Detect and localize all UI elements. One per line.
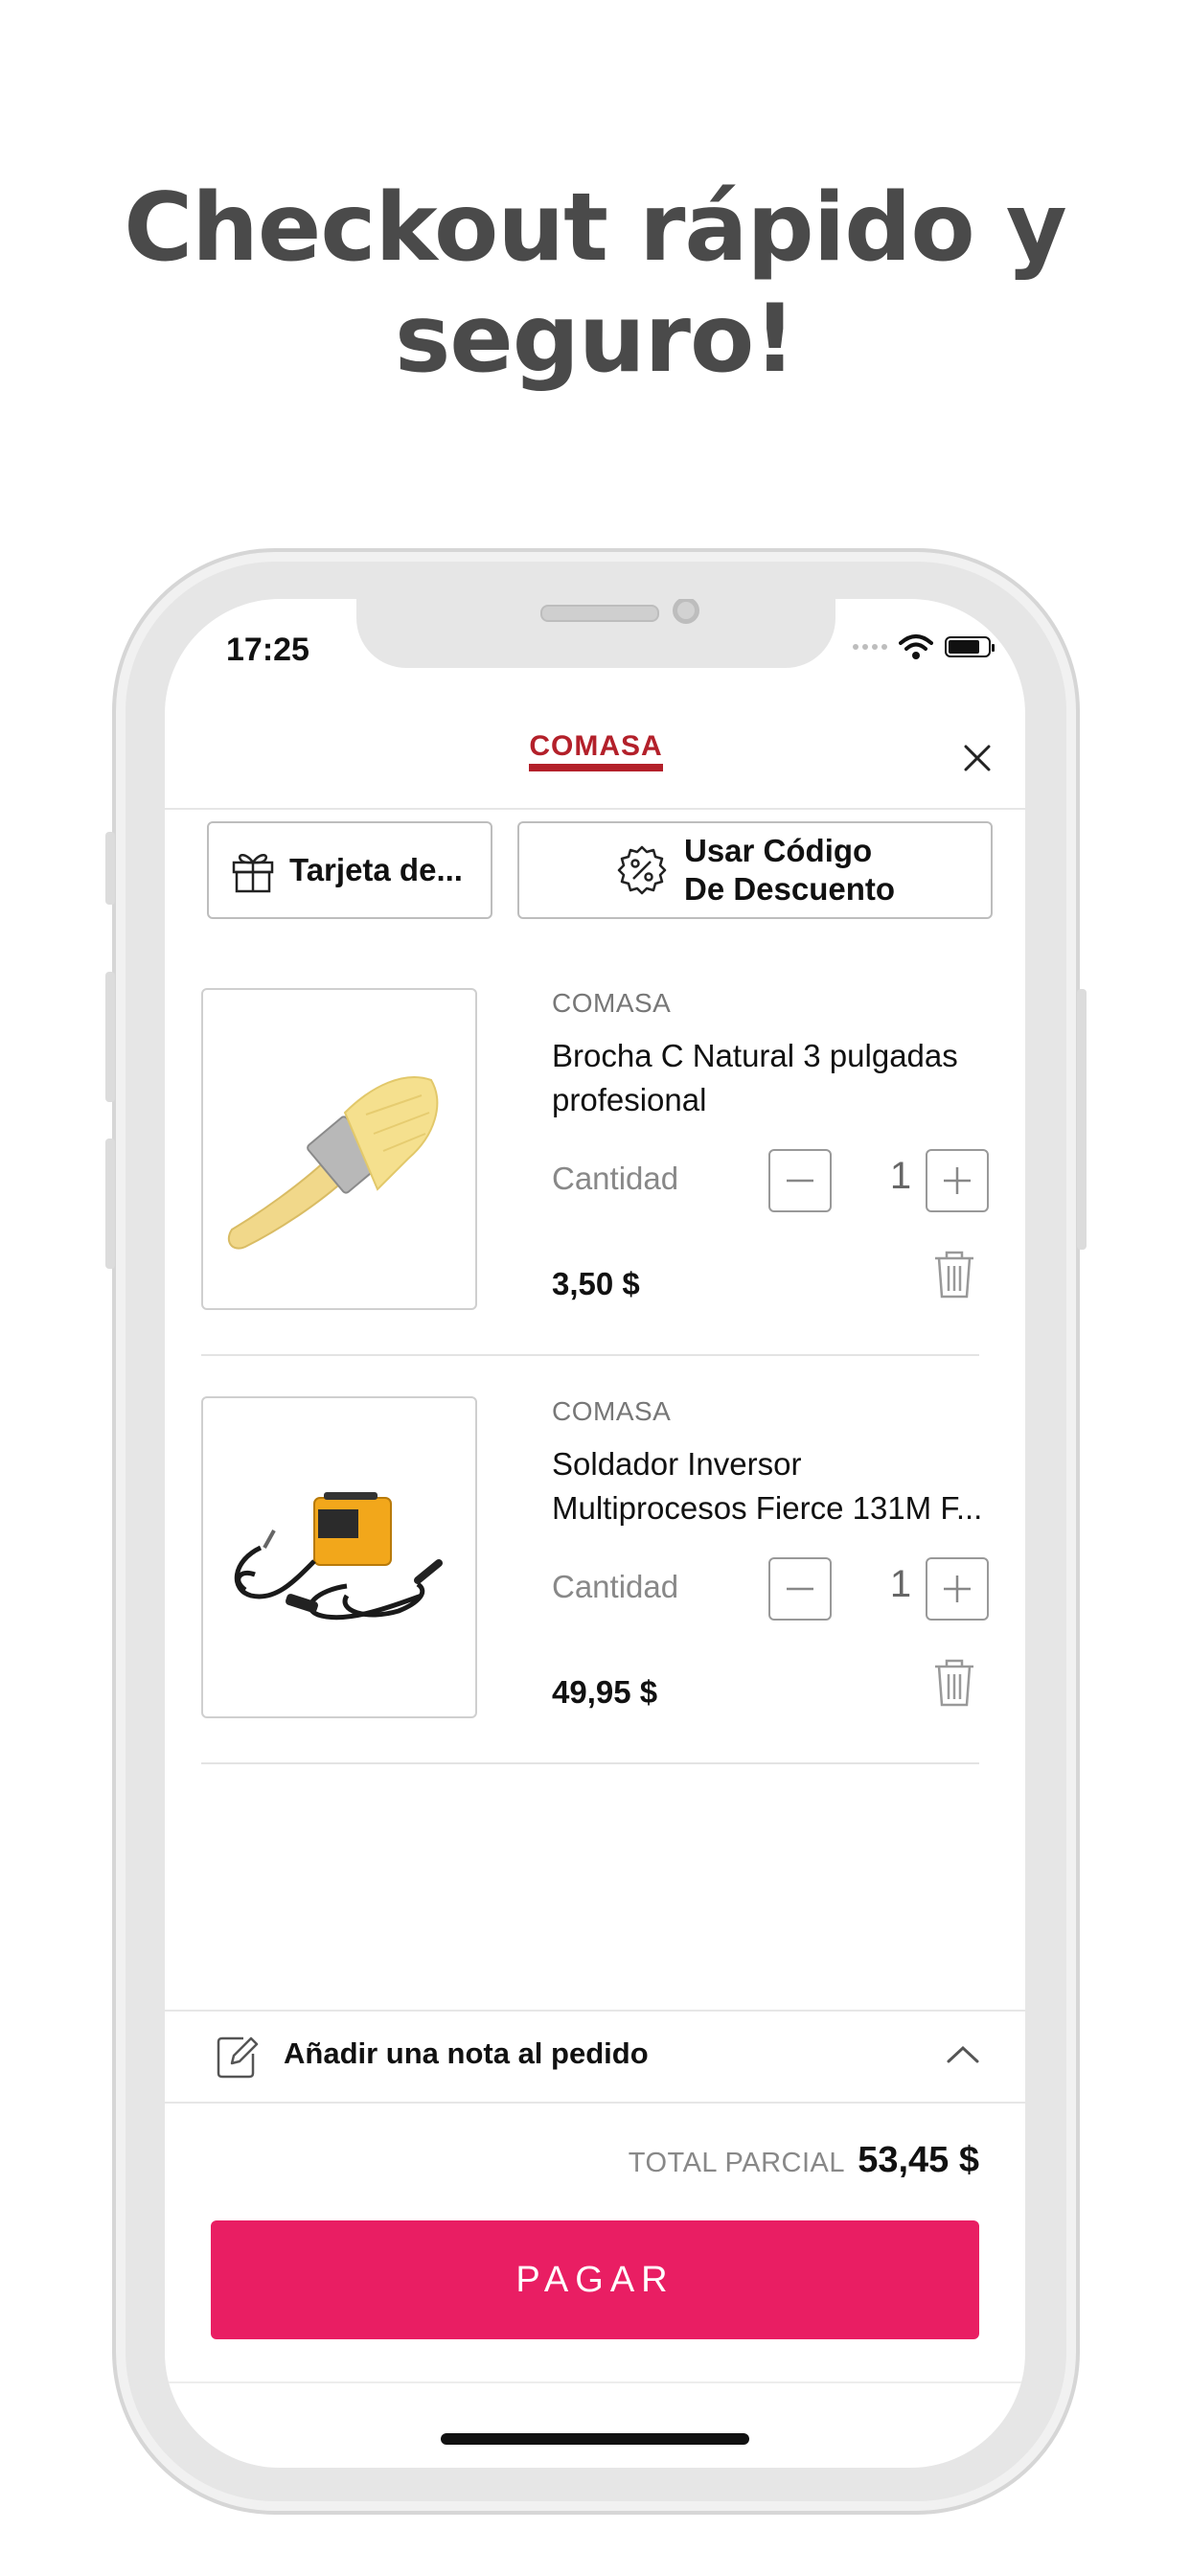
subtotal-value: 53,45 $ [858, 2140, 979, 2180]
plus-icon [944, 1576, 971, 1602]
product-price: 49,95 $ [552, 1674, 658, 1710]
cart-item: COMASA Brocha C Natural 3 pulgadas profe… [201, 988, 989, 1314]
app-screen: 17:25 COMASA Tarjeta de... Usar Código D… [165, 599, 1025, 2468]
pay-button[interactable]: PAGAR [211, 2220, 979, 2339]
item-divider [201, 1762, 979, 1764]
phone-volume-up [105, 972, 115, 1102]
discount-label: Usar Código De Descuento [684, 832, 895, 908]
quantity-label: Cantidad [552, 1161, 679, 1196]
status-icons [853, 633, 995, 660]
decrease-quantity-button[interactable] [768, 1149, 832, 1212]
decrease-quantity-button[interactable] [768, 1557, 832, 1621]
cart-item: COMASA Soldador Inversor Multiprocesos F… [201, 1396, 989, 1722]
minus-icon [787, 1179, 813, 1183]
battery-icon [945, 636, 995, 657]
welder-image [234, 1492, 443, 1621]
discount-label-line-1: Usar Código [684, 833, 873, 868]
phone-mute-switch [105, 832, 115, 905]
increase-quantity-button[interactable] [926, 1557, 989, 1621]
home-indicator[interactable] [441, 2433, 749, 2445]
logo-text: COMASA [529, 730, 663, 762]
discount-icon [617, 845, 667, 895]
minus-icon [787, 1587, 813, 1591]
order-note-label: Añadir una nota al pedido [284, 2036, 649, 2070]
close-icon[interactable] [960, 741, 995, 775]
product-brand: COMASA [552, 988, 672, 1018]
plus-icon [944, 1167, 971, 1194]
subtotal-label: TOTAL PARCIAL [628, 2148, 845, 2178]
quantity-label: Cantidad [552, 1569, 679, 1604]
gift-card-button[interactable]: Tarjeta de... [207, 821, 492, 919]
product-price: 3,50 $ [552, 1266, 640, 1301]
increase-quantity-button[interactable] [926, 1149, 989, 1212]
speaker-grille [540, 605, 659, 622]
discount-code-button[interactable]: Usar Código De Descuento [517, 821, 993, 919]
gift-icon [232, 854, 274, 893]
gift-card-label: Tarjeta de... [289, 852, 463, 887]
product-image-brush[interactable] [201, 988, 477, 1310]
product-brand: COMASA [552, 1396, 672, 1426]
promo-headline: Checkout rápido y seguro! [0, 172, 1190, 395]
trash-icon[interactable] [929, 1247, 979, 1300]
quantity-value: 1 [889, 1155, 912, 1197]
headline-line-1: Checkout rápido y [124, 173, 1067, 283]
edit-note-icon [217, 2036, 259, 2079]
phone-volume-down [105, 1138, 115, 1269]
product-name[interactable]: Brocha C Natural 3 pulgadas profesional [552, 1034, 1002, 1122]
discount-label-line-2: De Descuento [684, 871, 896, 907]
paint-brush-image [227, 1076, 439, 1250]
front-camera [673, 599, 699, 624]
wifi-icon [899, 634, 933, 659]
chevron-up-icon[interactable] [945, 2040, 981, 2069]
app-header: COMASA [165, 712, 1025, 810]
phone-notch [356, 599, 835, 668]
order-note-row[interactable]: Añadir una nota al pedido [165, 2010, 1025, 2104]
quantity-value: 1 [889, 1563, 912, 1605]
item-divider [201, 1354, 979, 1356]
signal-icon [853, 644, 887, 650]
logo-bar [529, 764, 663, 771]
product-name[interactable]: Soldador Inversor Multiprocesos Fierce 1… [552, 1442, 1002, 1530]
product-image-welder[interactable] [201, 1396, 477, 1718]
trash-icon[interactable] [929, 1655, 979, 1709]
bottom-divider [165, 2381, 1025, 2383]
headline-line-2: seguro! [394, 285, 796, 394]
status-time: 17:25 [226, 632, 309, 668]
phone-power-button [1077, 989, 1087, 1250]
comasa-logo[interactable]: COMASA [529, 731, 663, 773]
